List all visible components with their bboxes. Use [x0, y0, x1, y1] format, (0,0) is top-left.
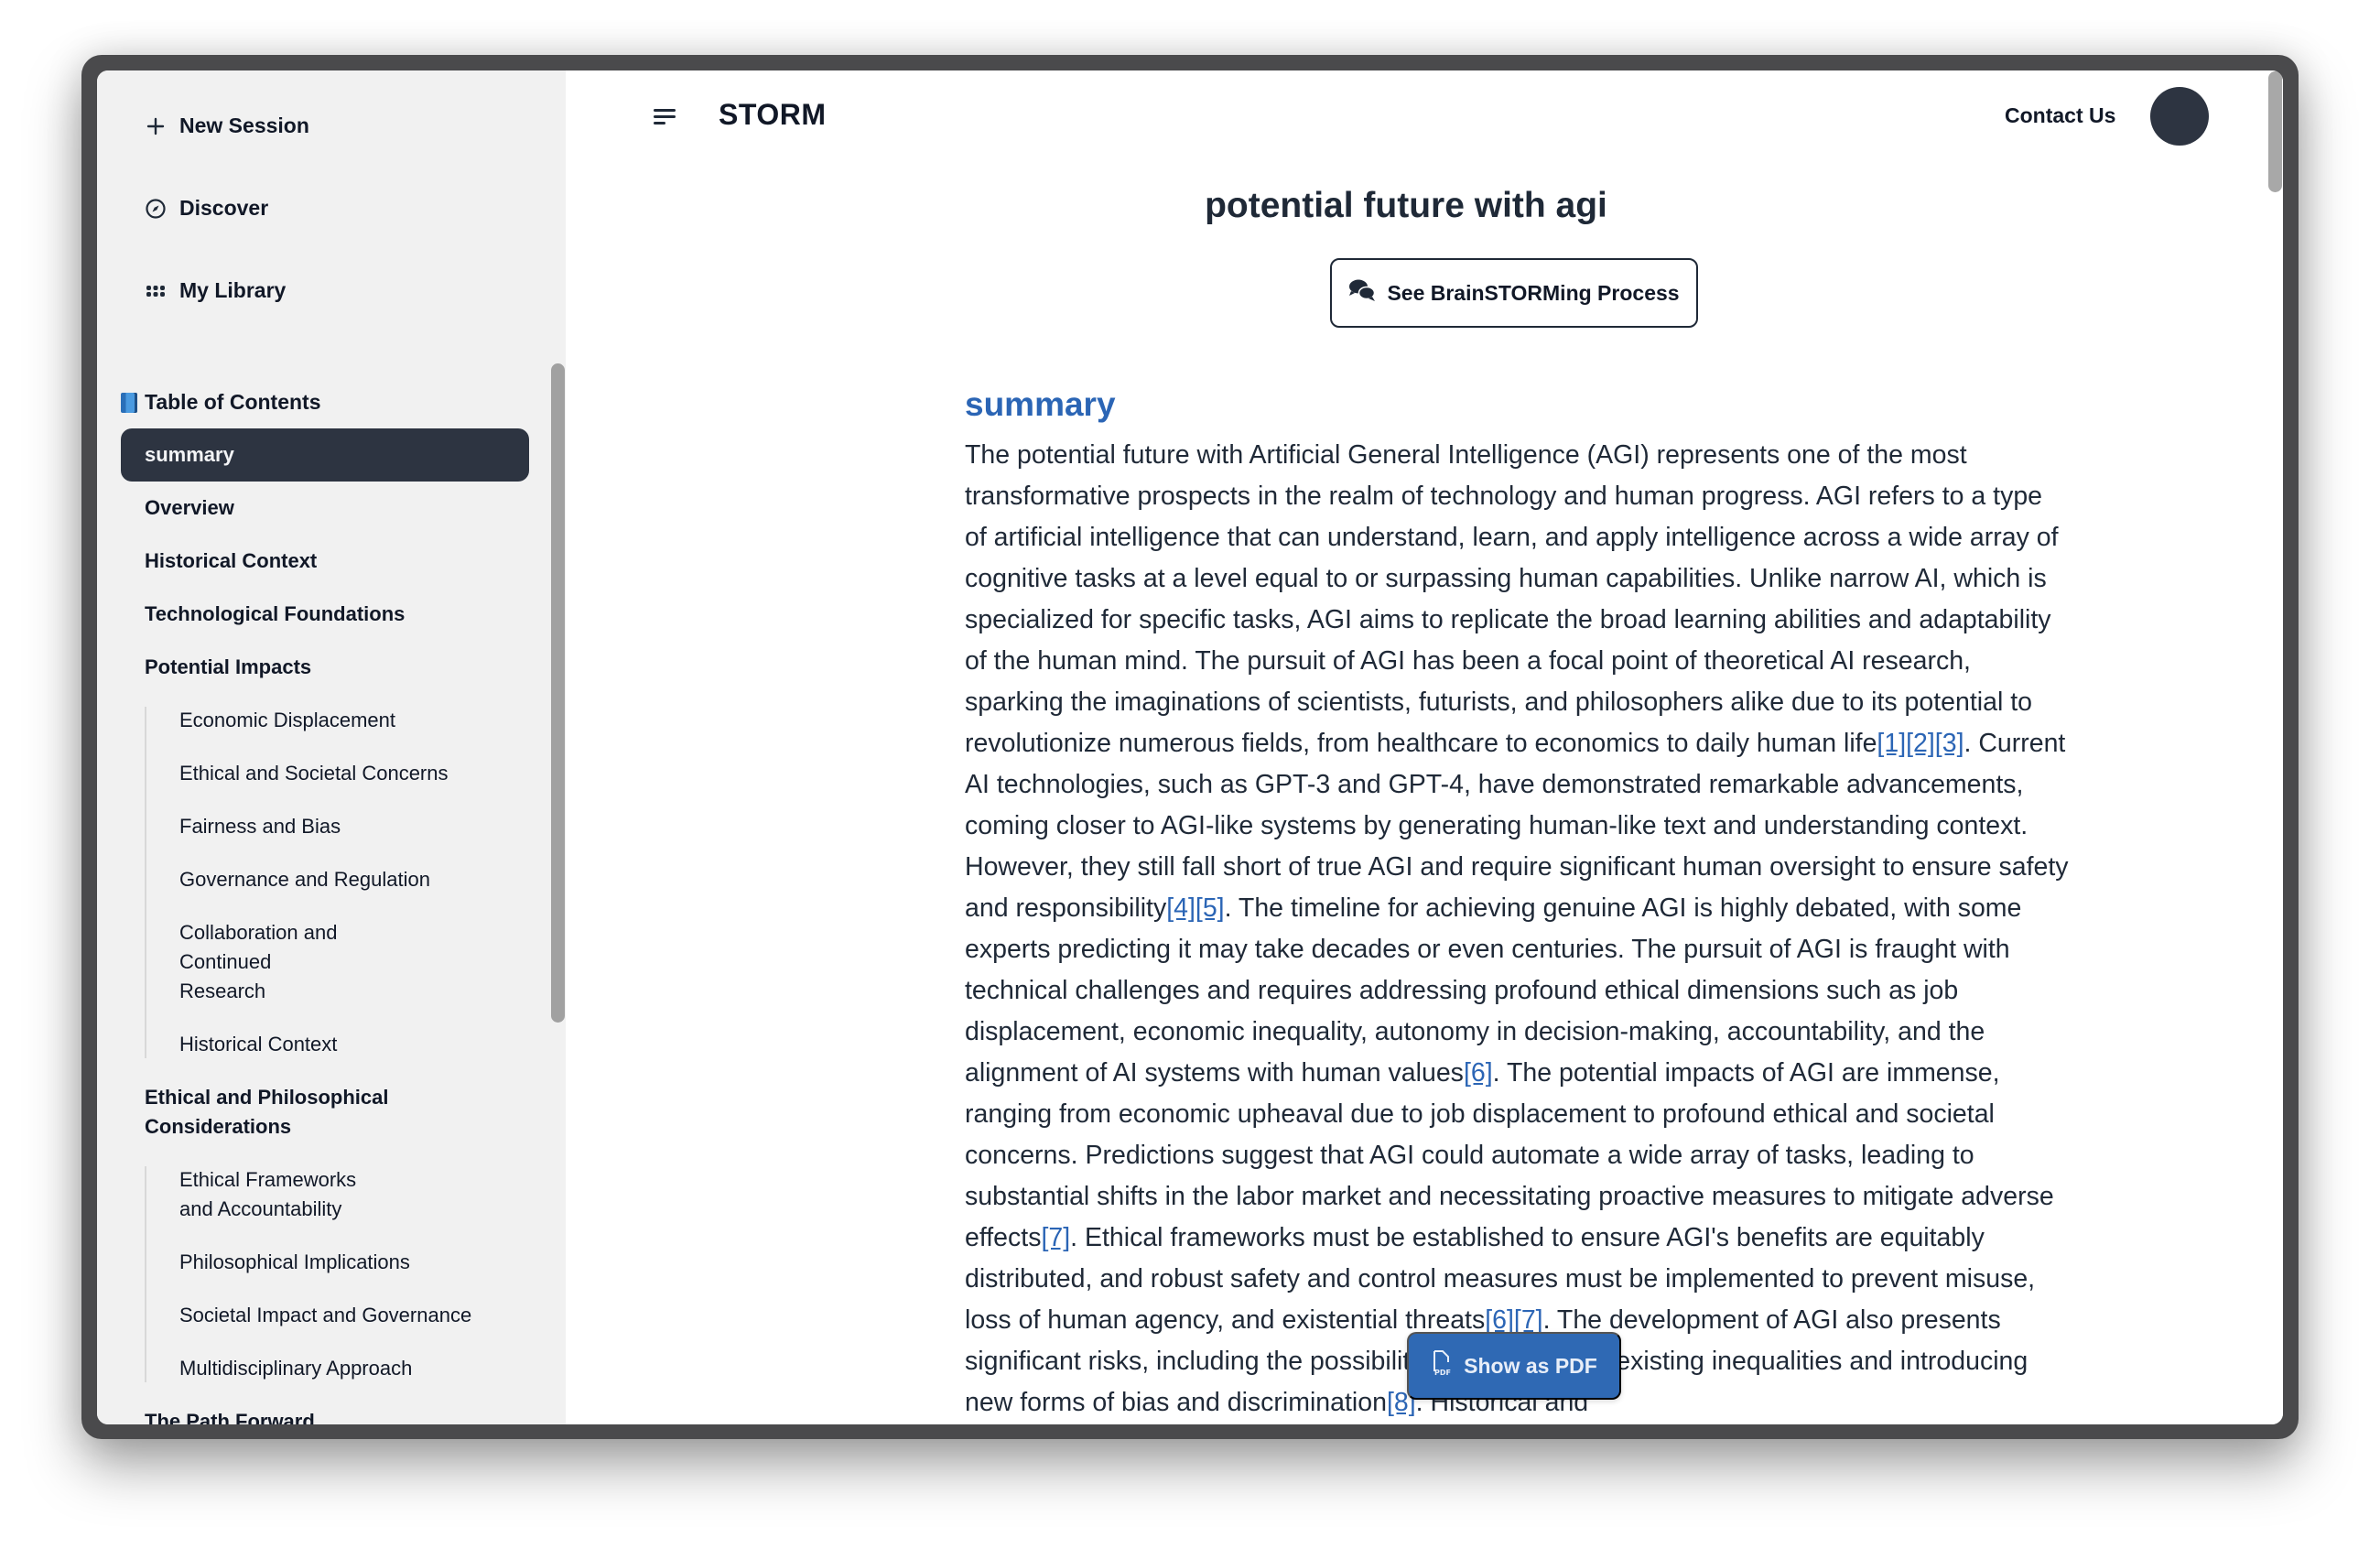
summary-paragraph: The potential future with Artificial Gen…	[965, 435, 2069, 1424]
toc-item-summary[interactable]: summary	[121, 428, 529, 482]
citation-link[interactable]: [6]	[1485, 1305, 1514, 1335]
toc-item-ethical-societal-concerns[interactable]: Ethical and Societal Concerns	[121, 747, 529, 800]
show-as-pdf-button[interactable]: PDF Show as PDF	[1407, 1332, 1621, 1400]
app-brand: STORM	[719, 98, 827, 131]
toc-header: Table of Contents	[121, 390, 321, 415]
toc-item-ethical-frameworks[interactable]: Ethical Frameworks and Accountability	[121, 1153, 359, 1236]
toc-item-fairness-bias[interactable]: Fairness and Bias	[121, 800, 529, 853]
grid-icon	[145, 280, 167, 302]
toc-item-technological-foundations[interactable]: Technological Foundations	[121, 588, 529, 641]
see-brainstorming-button[interactable]: See BrainSTORMing Process	[1330, 258, 1698, 328]
main-content: STORM Contact Us potential future with a…	[566, 70, 2283, 1424]
pdf-file-icon: PDF	[1431, 1349, 1453, 1382]
citation-link[interactable]: [3]	[1935, 729, 1964, 758]
toc-item-path-forward[interactable]: The Path Forward	[121, 1395, 529, 1424]
new-session-label: New Session	[179, 114, 309, 137]
section-heading-summary: summary	[965, 385, 1116, 423]
citation-link[interactable]: [1]	[1877, 729, 1906, 758]
new-session-button[interactable]: New Session	[145, 114, 309, 138]
toc-subgroup-potential-impacts: Economic Displacement Ethical and Societ…	[121, 694, 529, 1071]
toc-item-governance-regulation[interactable]: Governance and Regulation	[121, 853, 529, 906]
toc-item-ethical-philosophical[interactable]: Ethical and Philosophical Considerations	[121, 1071, 450, 1153]
my-library-label: My Library	[179, 278, 287, 302]
citation-link[interactable]: [4]	[1166, 893, 1195, 923]
sidebar-scrollbar[interactable]	[551, 363, 565, 1023]
citation-link[interactable]: [5]	[1195, 893, 1225, 923]
toc-item-potential-impacts[interactable]: Potential Impacts	[121, 641, 529, 694]
see-brainstorming-label: See BrainSTORMing Process	[1387, 280, 1680, 305]
toc-item-overview[interactable]: Overview	[121, 482, 529, 535]
plus-icon	[145, 115, 167, 137]
article: summary The potential future with Artifi…	[965, 385, 2069, 1424]
table-of-contents: summary Overview Historical Context Tech…	[121, 428, 529, 1424]
sidebar: New Session Discover My Library Table of…	[97, 70, 566, 1424]
toc-item-philosophical-implications[interactable]: Philosophical Implications	[121, 1236, 529, 1289]
citation-link[interactable]: [7]	[1041, 1223, 1070, 1252]
menu-icon[interactable]	[654, 107, 676, 127]
discover-label: Discover	[179, 196, 269, 220]
toc-title: Table of Contents	[145, 390, 321, 414]
app-window: New Session Discover My Library Table of…	[97, 70, 2283, 1424]
citation-link[interactable]: [2]	[1906, 729, 1935, 758]
toc-item-societal-impact-governance[interactable]: Societal Impact and Governance	[121, 1289, 529, 1342]
discover-button[interactable]: Discover	[145, 196, 268, 221]
toc-subgroup-ethical-philosophical: Ethical Frameworks and Accountability Ph…	[121, 1153, 529, 1395]
show-as-pdf-label: Show as PDF	[1464, 1353, 1597, 1378]
toc-item-economic-displacement[interactable]: Economic Displacement	[121, 694, 529, 747]
toc-item-historical-context-sub[interactable]: Historical Context	[121, 1018, 529, 1071]
contact-us-link[interactable]: Contact Us	[2005, 103, 2115, 128]
citation-link[interactable]: [7]	[1514, 1305, 1543, 1335]
book-icon	[121, 392, 137, 413]
toc-item-multidisciplinary-approach[interactable]: Multidisciplinary Approach	[121, 1342, 529, 1395]
toc-item-historical-context[interactable]: Historical Context	[121, 535, 529, 588]
chat-bubbles-icon	[1348, 278, 1376, 308]
toc-item-collaboration-research[interactable]: Collaboration and Continued Research	[121, 906, 359, 1018]
svg-text:PDF: PDF	[1434, 1369, 1451, 1377]
my-library-button[interactable]: My Library	[145, 278, 286, 303]
page-title: potential future with agi	[1205, 186, 1607, 225]
citation-link[interactable]: [6]	[1464, 1058, 1493, 1088]
compass-icon	[145, 198, 167, 220]
paragraph-text: The potential future with Artificial Gen…	[965, 440, 2059, 758]
avatar[interactable]	[2150, 87, 2209, 146]
main-scrollbar[interactable]	[2268, 71, 2282, 192]
